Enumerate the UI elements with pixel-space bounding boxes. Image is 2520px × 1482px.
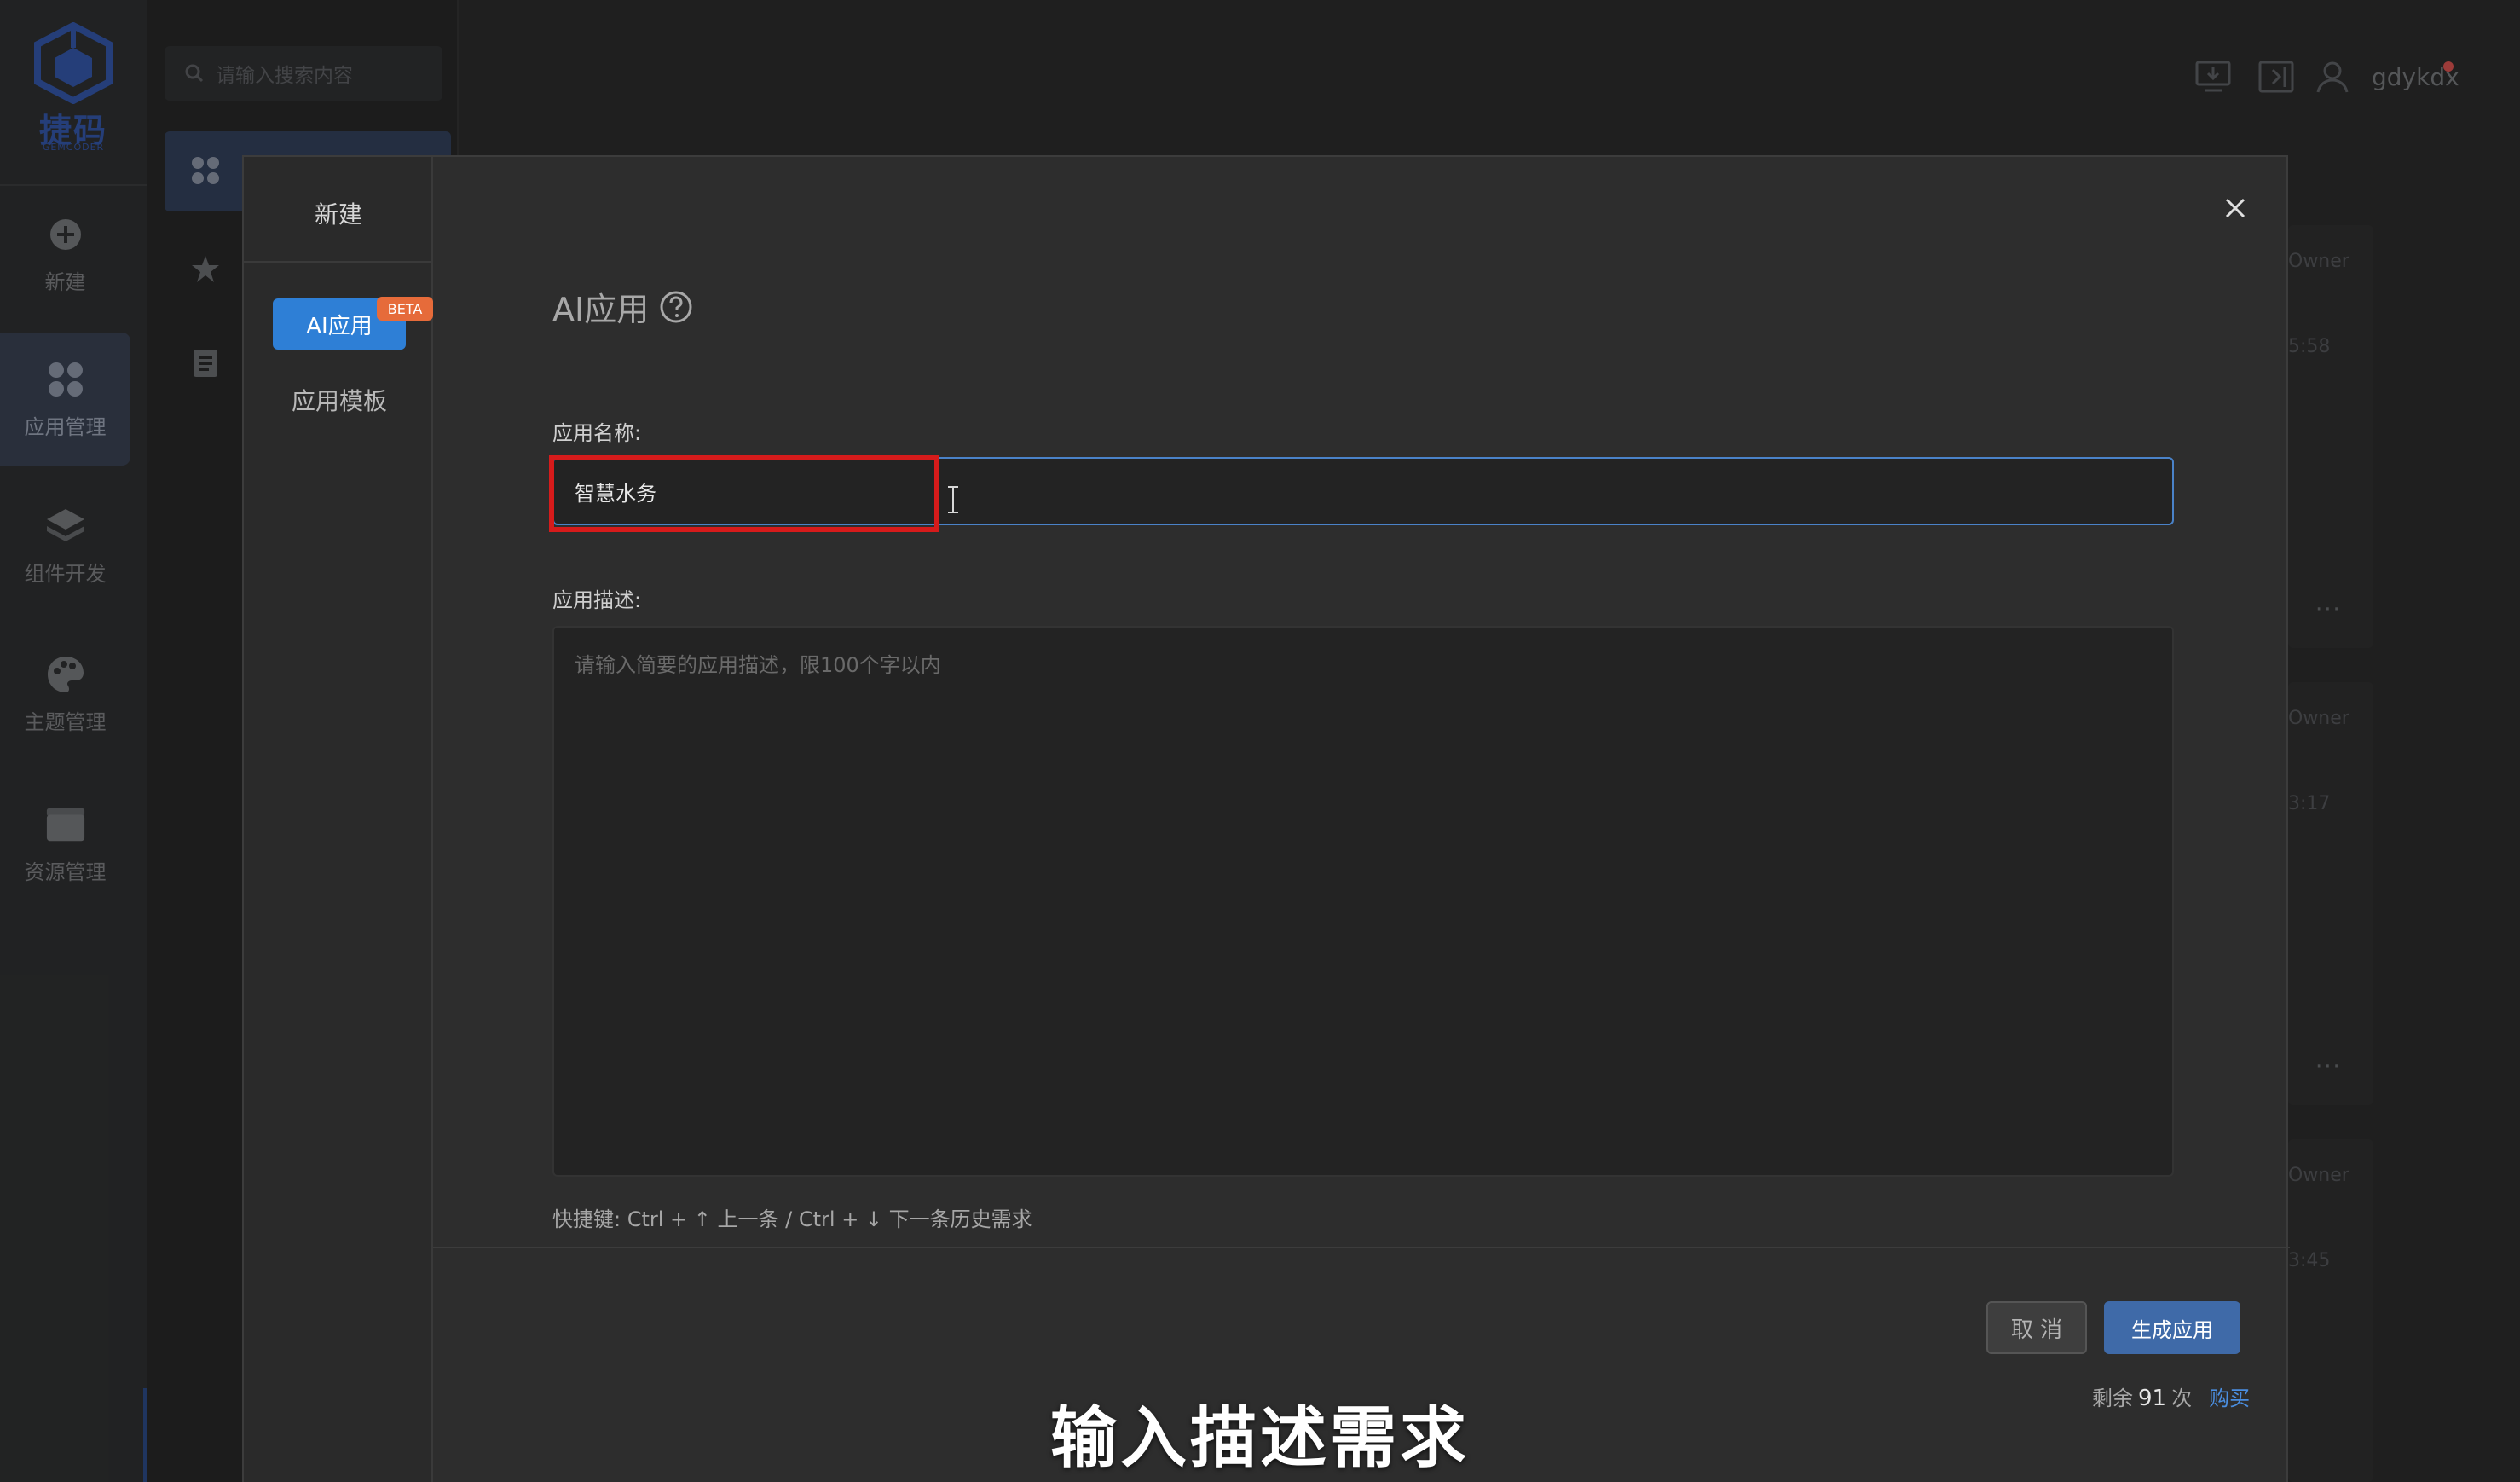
dialog-side-nav: 新建 AI应用 BETA 应用模板 xyxy=(244,157,433,1482)
highlight-annotation xyxy=(549,455,939,532)
section-title: AI应用 xyxy=(552,283,693,330)
help-icon[interactable] xyxy=(659,290,693,324)
cancel-button[interactable]: 取 消 xyxy=(1986,1301,2087,1354)
dialog-title-divider xyxy=(244,261,433,263)
shortcut-hint: 快捷键: Ctrl + ↑ 上一条 / Ctrl + ↓ 下一条历史需求 xyxy=(552,1207,1032,1231)
text-cursor-icon xyxy=(948,486,958,513)
dialog-footer-divider xyxy=(433,1247,2290,1248)
video-caption: 输入描述需求 xyxy=(1049,1400,1470,1477)
section-title-text: AI应用 xyxy=(552,291,650,328)
generate-app-button[interactable]: 生成应用 xyxy=(2104,1301,2240,1354)
app-description-label: 应用描述: xyxy=(552,588,642,612)
app-description-textarea[interactable] xyxy=(552,626,2174,1177)
new-app-dialog: 新建 AI应用 BETA 应用模板 AI应用 应用名称: 应用描述: 快捷键: … xyxy=(242,155,2290,1482)
app-name-label: 应用名称: xyxy=(552,421,642,445)
tab-app-template[interactable]: 应用模板 xyxy=(273,380,406,423)
beta-badge: BETA xyxy=(377,297,433,321)
dialog-title: 新建 xyxy=(314,200,362,229)
close-icon[interactable] xyxy=(2218,191,2252,225)
